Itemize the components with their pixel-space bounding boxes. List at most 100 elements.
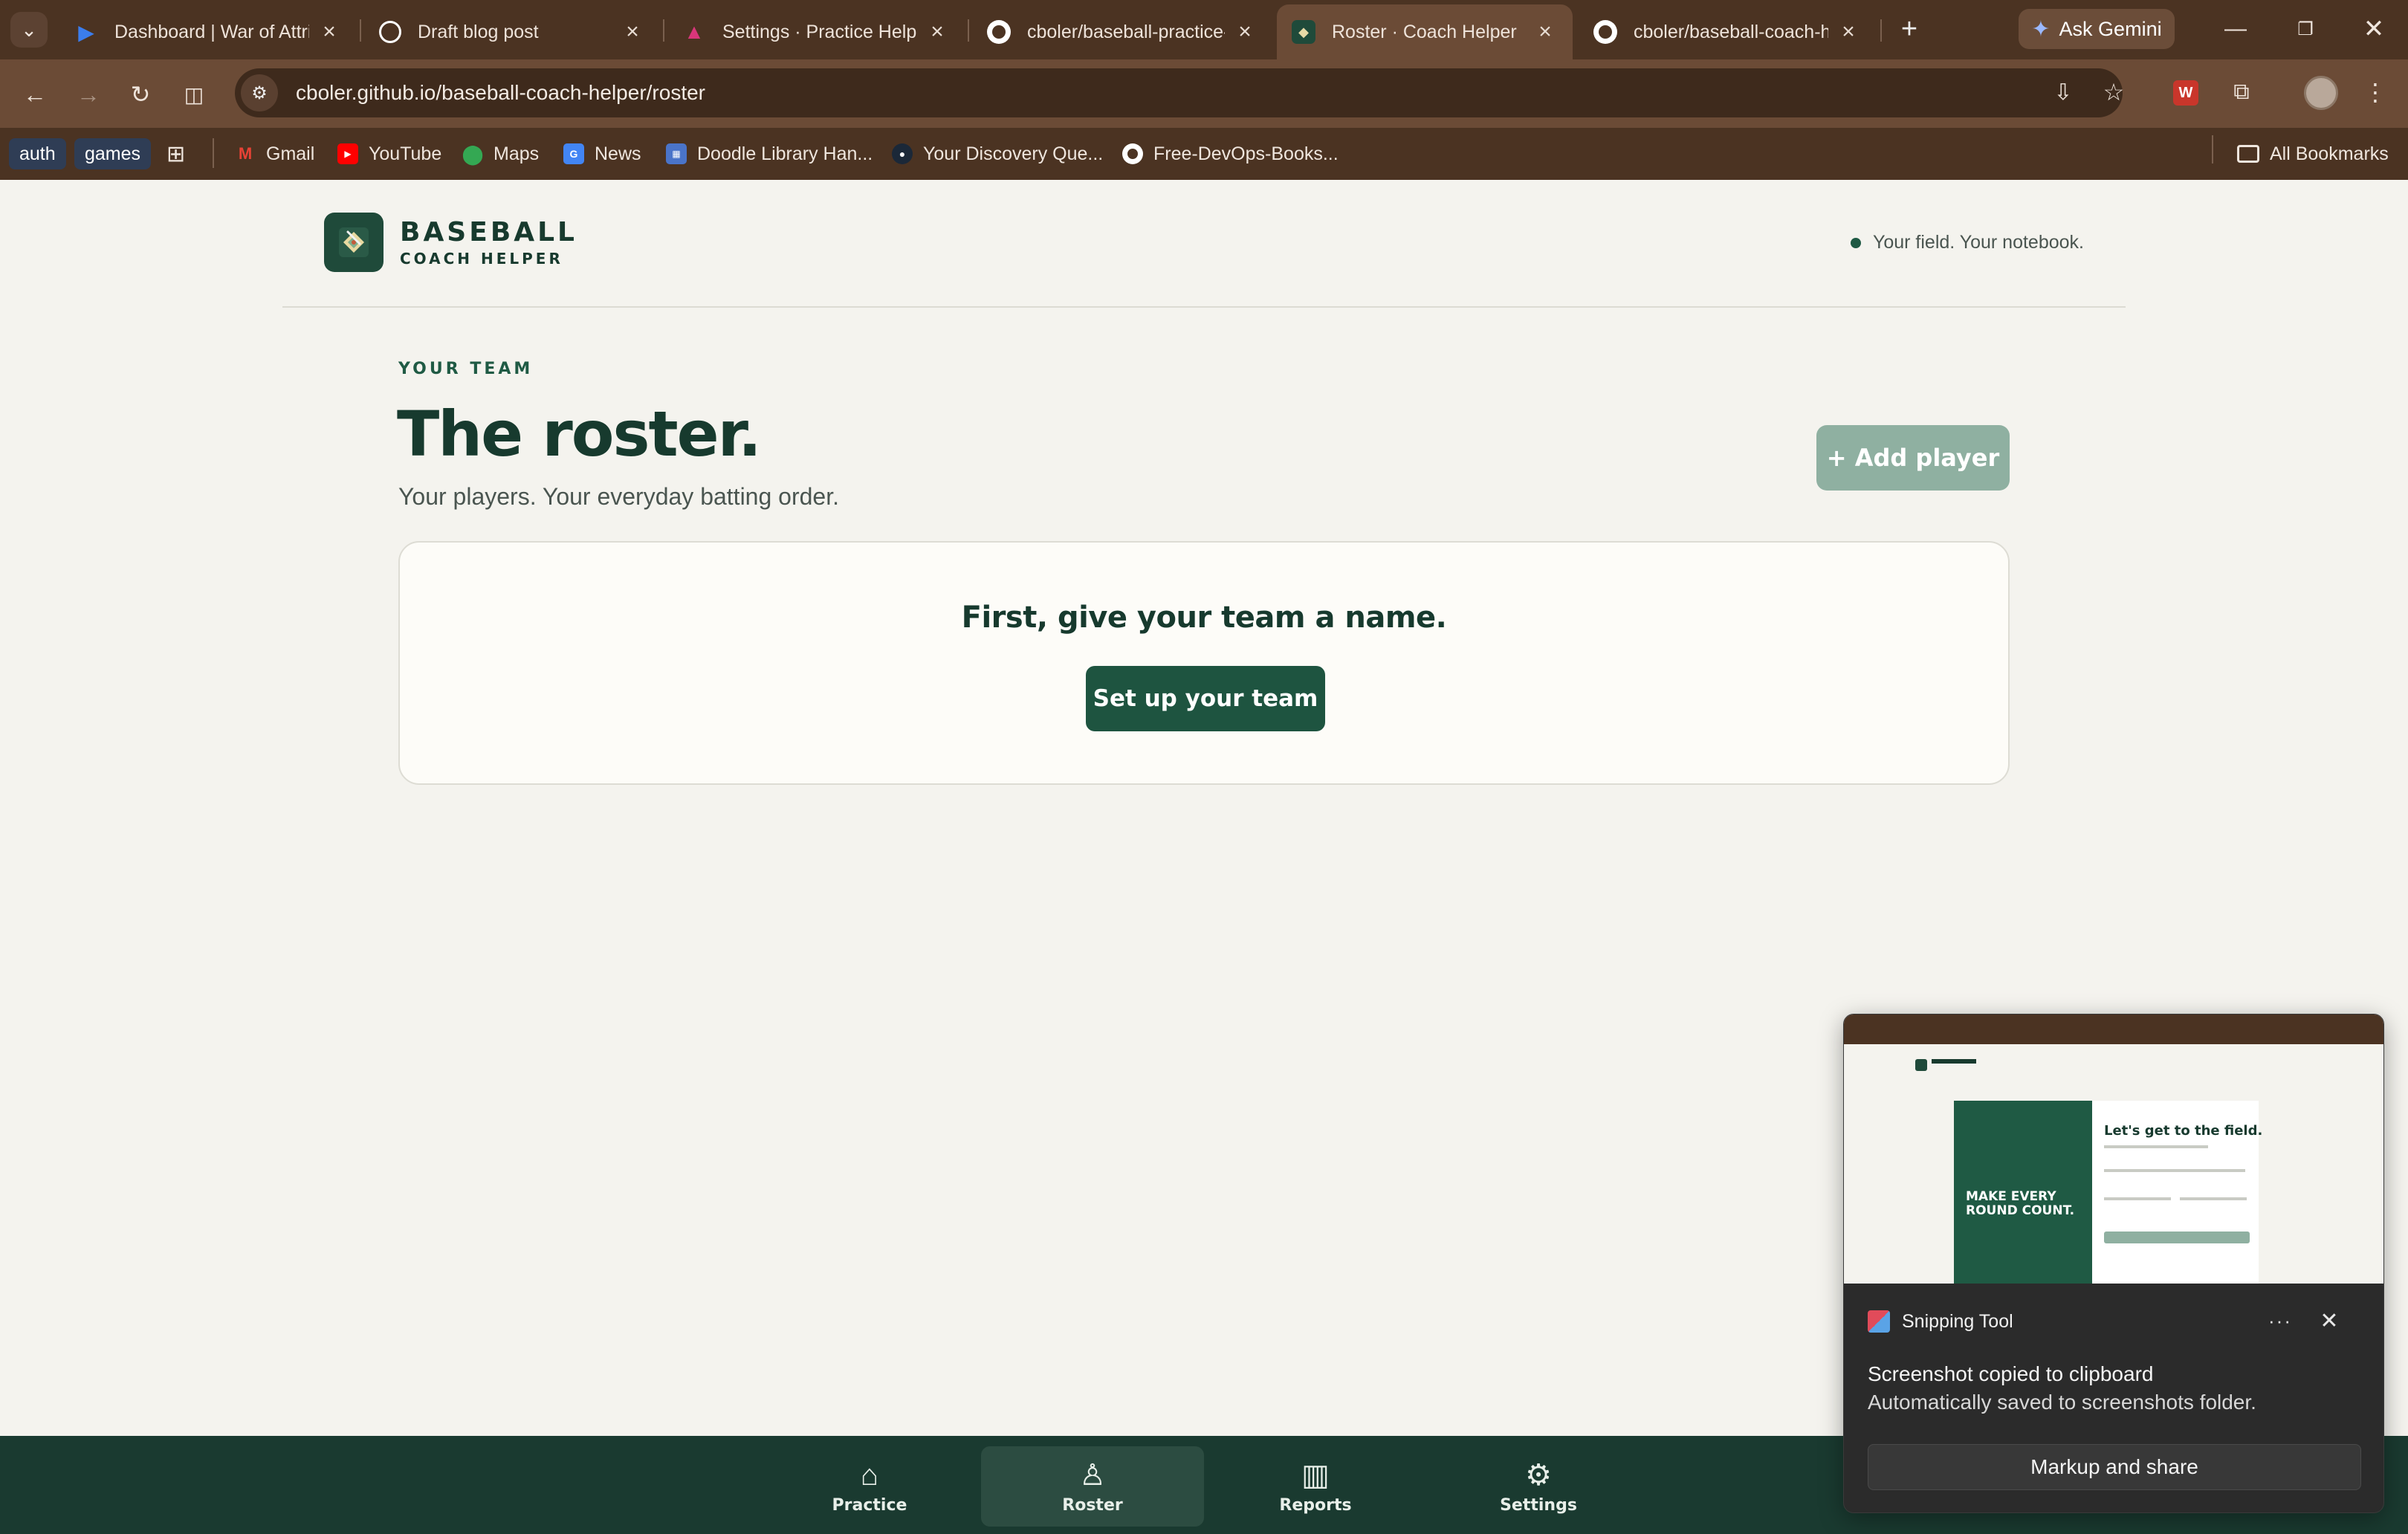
close-window-button[interactable]: ✕ [2352, 10, 2396, 48]
close-icon[interactable]: × [620, 19, 645, 45]
tab-separator [360, 19, 361, 42]
url-text[interactable]: cboler.github.io/baseball-coach-helper/r… [296, 81, 705, 105]
screenshot-thumbnail[interactable]: MAKE EVERY ROUND COUNT. Let's get to the… [1844, 1014, 2383, 1284]
ask-gemini-button[interactable]: ✦ Ask Gemini [2019, 9, 2175, 49]
tab-title: Draft blog post [418, 21, 539, 42]
bookmark-gmail[interactable]: M Gmail [235, 138, 314, 169]
setup-team-button[interactable]: Set up your team [1086, 666, 1325, 731]
bookmark-star-icon[interactable]: ☆ [2091, 70, 2136, 114]
close-icon[interactable]: × [317, 19, 342, 45]
nav-reports[interactable]: ▥ Reports [1204, 1446, 1427, 1527]
tab-dashboard[interactable]: ▶ Dashboard | War of Attrit × [59, 4, 357, 59]
bookmark-doodle-library[interactable]: ▦ Doodle Library Han... [666, 138, 873, 169]
split-view-button[interactable]: ◫ [175, 76, 213, 113]
minimize-button[interactable]: — [2213, 10, 2258, 48]
nav-label: Settings [1500, 1495, 1577, 1515]
browser-chrome: ⌄ ▶ Dashboard | War of Attrit × Draft bl… [0, 0, 2408, 180]
bookmark-label: Your Discovery Que... [923, 143, 1104, 164]
browser-toolbar: ← → ↻ ◫ ⚙ cboler.github.io/baseball-coac… [0, 59, 2408, 128]
chevron-down-icon: ⌄ [21, 18, 37, 41]
bookmarks-bar: auth games ⊞ M Gmail ▶ YouTube ⬤ Maps G News… [0, 128, 2408, 180]
tab-title: Roster · Coach Helper [1332, 21, 1517, 42]
thumbnail-chrome [1844, 1014, 2383, 1044]
split-view-icon: ◫ [184, 82, 204, 106]
address-bar[interactable]: ⚙ cboler.github.io/baseball-coach-helper… [235, 68, 2123, 117]
github-icon [1122, 143, 1143, 164]
thumbnail-logo [1915, 1059, 1927, 1071]
nav-label: Reports [1279, 1495, 1352, 1515]
tab-github-coach[interactable]: cboler/baseball-coach-h × [1579, 4, 1876, 59]
close-icon: ✕ [2363, 15, 2385, 43]
columns-icon: ▥ [1301, 1458, 1330, 1492]
toast-app-name: Snipping Tool [1902, 1310, 2013, 1332]
new-tab-button[interactable]: + [1892, 12, 1926, 46]
more-options-icon[interactable]: ··· [2262, 1304, 2299, 1337]
reload-button[interactable]: ↻ [122, 76, 159, 113]
site-info-icon[interactable]: ⚙ [241, 74, 278, 111]
close-icon[interactable]: × [1232, 19, 1258, 45]
bookmark-label: All Bookmarks [2270, 143, 2389, 164]
extension-red-icon[interactable]: W [2173, 80, 2198, 106]
bookmark-youtube[interactable]: ▶ YouTube [337, 138, 441, 169]
tab-title: Settings · Practice Helper [722, 21, 917, 42]
restore-button[interactable]: ❐ [2283, 10, 2328, 48]
tab-roster-coach-helper[interactable]: ◆ Roster · Coach Helper × [1277, 4, 1573, 59]
bookmark-label: Doodle Library Han... [697, 143, 873, 164]
tab-title: cboler/baseball-practice- [1027, 21, 1225, 42]
baseball-diamond-icon [339, 227, 369, 257]
doodle-icon: ▦ [666, 143, 687, 164]
kebab-menu-icon[interactable]: ⋮ [2353, 70, 2398, 114]
tab-github-practice[interactable]: cboler/baseball-practice- × [972, 4, 1272, 59]
tab-search-button[interactable]: ⌄ [10, 12, 48, 48]
bookmark-folder-games[interactable]: games [74, 138, 152, 169]
bookmark-free-devops-books[interactable]: Free-DevOps-Books... [1122, 138, 1339, 169]
toast-message: Screenshot copied to clipboard [1868, 1362, 2154, 1385]
status-dot-icon [1850, 237, 1861, 248]
openai-icon [379, 21, 401, 43]
empty-state-title: First, give your team a name. [961, 601, 1447, 635]
tab-strip: ⌄ ▶ Dashboard | War of Attrit × Draft bl… [0, 0, 2408, 59]
play-icon: ▶ [78, 20, 94, 44]
bookmark-maps[interactable]: ⬤ Maps [462, 138, 539, 169]
markup-and-share-button[interactable]: Markup and share [1868, 1444, 2361, 1490]
arrow-right-icon: → [77, 80, 100, 108]
forward-button[interactable]: → [70, 76, 107, 113]
apps-grid-icon[interactable]: ⊞ [166, 138, 185, 169]
tab-settings-practice-helper[interactable]: ▲ Settings · Practice Helper × [667, 4, 965, 59]
header-divider [282, 306, 2126, 308]
bookmark-folder-auth[interactable]: auth [9, 138, 66, 169]
bookmark-label: auth [19, 143, 56, 164]
close-icon[interactable]: ✕ [2311, 1304, 2348, 1337]
close-icon[interactable]: × [1532, 19, 1558, 45]
bookmark-label: Maps [493, 143, 540, 164]
add-player-button[interactable]: + Add player [1816, 425, 2010, 491]
close-icon[interactable]: × [1836, 19, 1861, 45]
install-app-icon[interactable]: ⇩ [2041, 70, 2085, 114]
back-button[interactable]: ← [16, 76, 54, 113]
steam-icon: ● [892, 143, 913, 164]
tab-draft-blog-post[interactable]: Draft blog post × [364, 4, 660, 59]
profile-avatar[interactable] [2304, 76, 2338, 110]
bookmark-label: Gmail [266, 143, 315, 164]
bookmark-news[interactable]: G News [563, 138, 641, 169]
bookmark-label: games [85, 143, 141, 164]
bookmark-all-bookmarks[interactable]: All Bookmarks [2237, 138, 2389, 169]
nav-roster[interactable]: ♙ Roster [981, 1446, 1204, 1527]
nav-settings[interactable]: ⚙ Settings [1427, 1446, 1650, 1527]
toast-header: Snipping Tool [1868, 1310, 2013, 1333]
github-icon [987, 20, 1011, 44]
section-eyebrow: YOUR TEAM [398, 360, 534, 378]
brand[interactable]: BASEBALL COACH HELPER [324, 213, 577, 272]
nav-label: Practice [832, 1495, 907, 1515]
extensions-puzzle-icon[interactable]: ⧉ [2219, 70, 2264, 114]
snipping-tool-notification[interactable]: MAKE EVERY ROUND COUNT. Let's get to the… [1843, 1014, 2384, 1513]
bookmark-steam[interactable]: ● Your Discovery Que... [892, 138, 1103, 169]
triangle-icon: ▲ [684, 20, 705, 43]
thumbnail-hero-text: MAKE EVERY ROUND COUNT. [1966, 1189, 2075, 1218]
empty-state-card: First, give your team a name. Set up you… [398, 541, 2010, 785]
gmail-icon: M [238, 144, 253, 163]
tab-separator [1880, 19, 1882, 42]
nav-practice[interactable]: ⌂ Practice [758, 1446, 981, 1527]
restore-icon: ❐ [2297, 19, 2314, 39]
close-icon[interactable]: × [925, 19, 950, 45]
